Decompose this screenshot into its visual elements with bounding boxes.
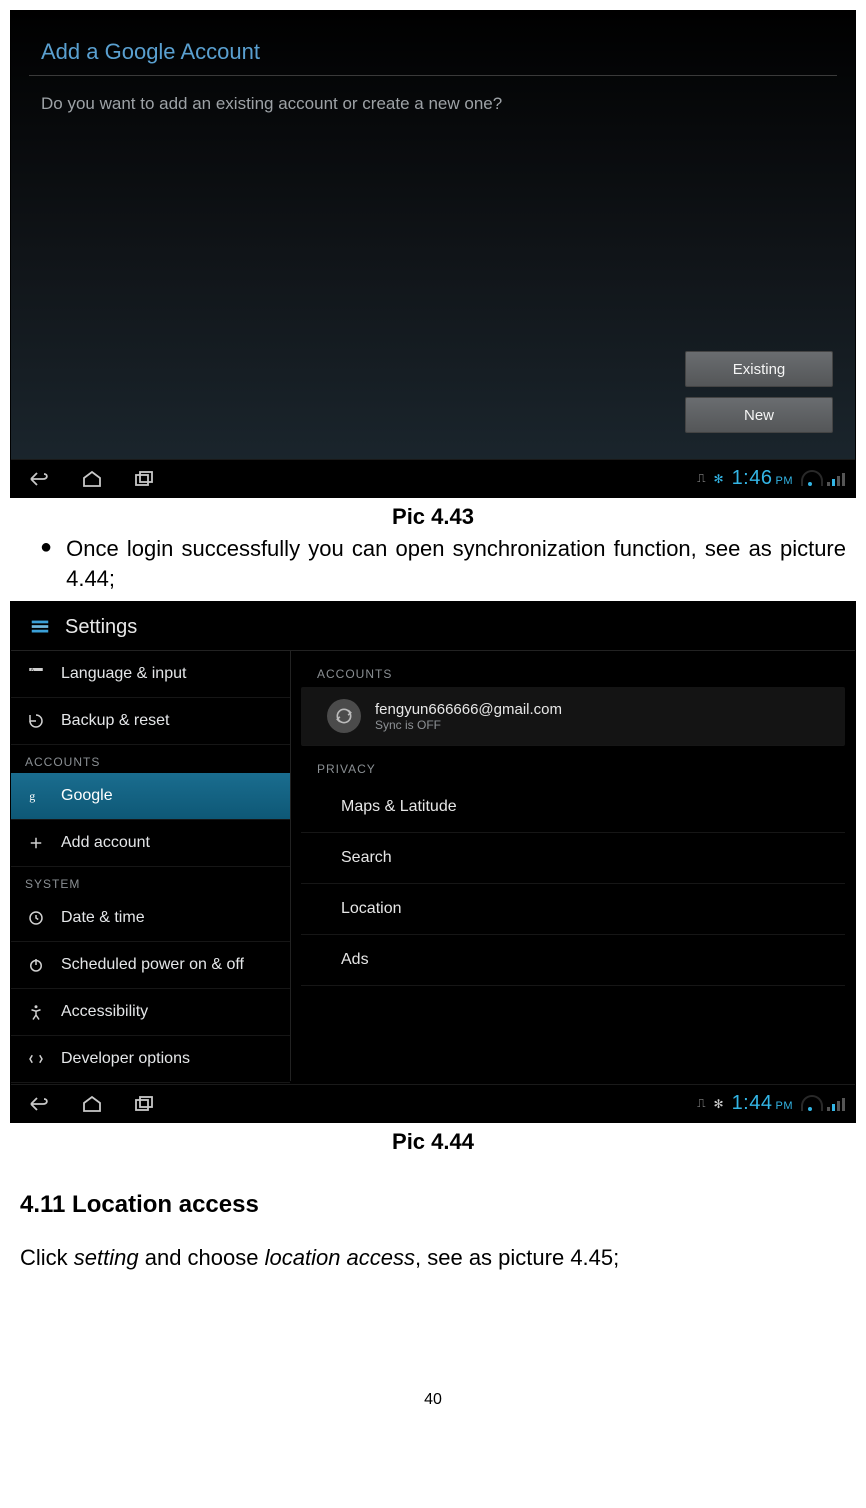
body-paragraph: Click setting and choose location access… — [20, 1245, 846, 1271]
svg-text:A: A — [31, 667, 34, 672]
sidebar-item-scheduled-power[interactable]: Scheduled power on & off — [11, 942, 290, 989]
sidebar-item-google[interactable]: g Google — [11, 773, 290, 820]
settings-right-panel: ACCOUNTS fengyun666666@gmail.com Sync is… — [291, 651, 855, 1081]
sidebar-item-language[interactable]: A Language & input — [11, 651, 290, 698]
account-sync-status: Sync is OFF — [375, 718, 562, 732]
sidebar-item-accessibility[interactable]: Accessibility — [11, 989, 290, 1036]
sidebar-label: Accessibility — [61, 1003, 148, 1021]
clock-ampm: PM — [776, 475, 794, 487]
para-italic: setting — [74, 1245, 139, 1270]
clock-icon — [25, 907, 47, 929]
language-icon: A — [25, 663, 47, 685]
nav-recent-icon[interactable] — [131, 469, 157, 489]
usb-icon: ⎍ — [697, 1096, 705, 1111]
plus-icon — [25, 832, 47, 854]
dialog-title: Add a Google Account — [11, 11, 855, 71]
android-navbar: ⎍ ✻ 1:44 PM — [11, 1084, 855, 1122]
nav-recent-icon[interactable] — [131, 1094, 157, 1114]
settings-header: Settings — [11, 602, 855, 650]
existing-button[interactable]: Existing — [685, 351, 833, 387]
sidebar-label: Date & time — [61, 909, 145, 927]
nav-home-icon[interactable] — [79, 469, 105, 489]
settings-title: Settings — [65, 616, 137, 639]
accessibility-icon — [25, 1001, 47, 1023]
power-icon — [25, 954, 47, 976]
sync-icon — [327, 699, 361, 733]
sidebar-item-datetime[interactable]: Date & time — [11, 895, 290, 942]
privacy-item-location[interactable]: Location — [301, 884, 845, 935]
para-text: Click — [20, 1245, 74, 1270]
backup-icon — [25, 710, 47, 732]
sidebar-category-system: SYSTEM — [11, 867, 290, 895]
right-category-accounts: ACCOUNTS — [291, 651, 855, 687]
settings-left-panel: A Language & input Backup & reset ACCOUN… — [11, 651, 291, 1081]
signal-icon — [827, 472, 845, 486]
para-text: , see as picture 4.45; — [415, 1245, 619, 1270]
svg-text:g: g — [29, 789, 35, 803]
clock-time: 1:46 — [732, 467, 773, 490]
page-number: 40 — [10, 1391, 856, 1409]
dialog-prompt: Do you want to add an existing account o… — [11, 76, 855, 114]
settings-icon — [25, 614, 55, 640]
account-row[interactable]: fengyun666666@gmail.com Sync is OFF — [301, 687, 845, 746]
privacy-item-search[interactable]: Search — [301, 833, 845, 884]
sidebar-item-developer[interactable]: Developer options — [11, 1036, 290, 1083]
bullet-icon: ● — [40, 534, 52, 593]
right-category-privacy: PRIVACY — [291, 746, 855, 782]
account-email: fengyun666666@gmail.com — [375, 701, 562, 718]
nav-back-icon[interactable] — [27, 469, 53, 489]
para-text: and choose — [139, 1245, 265, 1270]
nav-home-icon[interactable] — [79, 1094, 105, 1114]
developer-icon — [25, 1048, 47, 1070]
debug-icon: ✻ — [714, 472, 724, 486]
status-clock: 1:44 PM — [732, 1092, 793, 1115]
sidebar-item-backup[interactable]: Backup & reset — [11, 698, 290, 745]
bullet-paragraph: ● Once login successfully you can open s… — [40, 534, 846, 593]
section-heading: 4.11 Location access — [20, 1191, 846, 1219]
nav-back-icon[interactable] — [27, 1094, 53, 1114]
debug-icon: ✻ — [714, 1097, 724, 1111]
status-clock: 1:46 PM — [732, 467, 793, 490]
clock-time: 1:44 — [732, 1092, 773, 1115]
bullet-text: Once login successfully you can open syn… — [66, 534, 846, 593]
new-button[interactable]: New — [685, 397, 833, 433]
android-navbar: ⎍ ✻ 1:46 PM — [11, 459, 855, 497]
sidebar-item-add-account[interactable]: Add account — [11, 820, 290, 867]
sidebar-label: Developer options — [61, 1050, 190, 1068]
clock-ampm: PM — [776, 1100, 794, 1112]
sidebar-label: Language & input — [61, 665, 186, 683]
google-icon: g — [25, 785, 47, 807]
signal-icon — [827, 1097, 845, 1111]
para-italic: location access — [265, 1245, 415, 1270]
caption-pic-4-44: Pic 4.44 — [10, 1129, 856, 1155]
sidebar-label: Backup & reset — [61, 712, 170, 730]
screenshot-add-google-account: Add a Google Account Do you want to add … — [10, 10, 856, 498]
sidebar-category-accounts: ACCOUNTS — [11, 745, 290, 773]
screenshot-settings-google: Settings A Language & input Backup & res… — [10, 601, 856, 1123]
sidebar-label: Scheduled power on & off — [61, 956, 244, 974]
privacy-item-ads[interactable]: Ads — [301, 935, 845, 986]
caption-pic-4-43: Pic 4.43 — [10, 504, 856, 530]
sidebar-label: Google — [61, 787, 113, 805]
usb-icon: ⎍ — [697, 471, 705, 486]
sidebar-label: Add account — [61, 834, 150, 852]
privacy-item-maps[interactable]: Maps & Latitude — [301, 782, 845, 833]
wifi-icon — [801, 472, 819, 486]
wifi-icon — [801, 1097, 819, 1111]
